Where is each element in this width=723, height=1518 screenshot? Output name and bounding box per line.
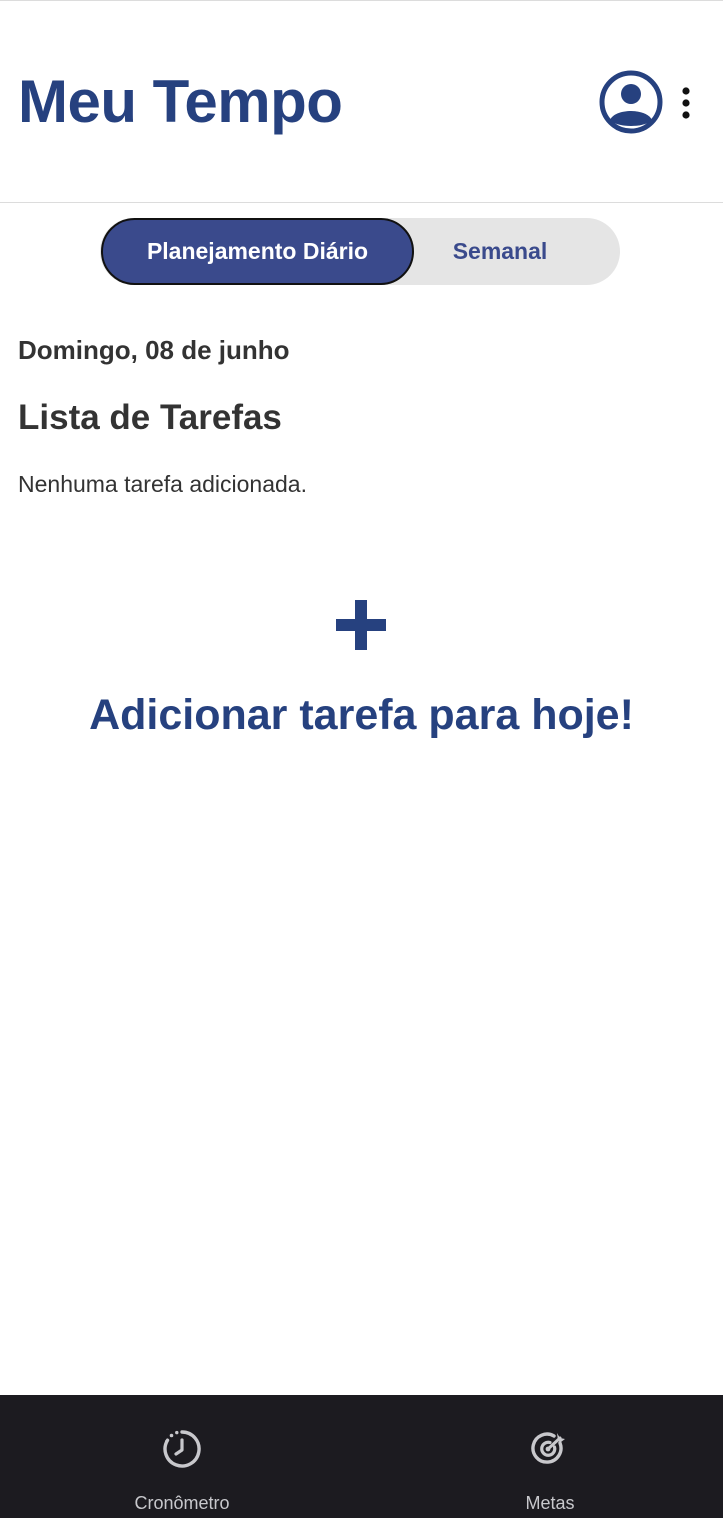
add-task-label: Adicionar tarefa para hoje! [89,691,634,739]
plus-icon [336,600,386,650]
nav-label-cronometro: Cronômetro [134,1493,230,1513]
tab-planejamento-diario[interactable]: Planejamento Diário [101,218,414,285]
nav-label-metas: Metas [525,1493,575,1513]
target-goal-icon [531,1432,565,1464]
more-vert-icon [682,87,690,119]
current-date: Domingo, 08 de junho [18,335,290,365]
add-task-button[interactable]: Adicionar tarefa para hoje! [0,591,723,751]
more-options-button[interactable] [674,85,698,121]
tab-semanal[interactable]: Semanal [400,218,600,285]
app-header: Meu Tempo [0,1,723,203]
task-list-title: Lista de Tarefas [18,398,282,437]
empty-list-message: Nenhuma tarefa adicionada. [18,471,307,497]
app-title: Meu Tempo [18,68,343,135]
nav-item-cronometro[interactable]: Cronômetro [82,1395,282,1518]
view-tabs: Semanal Planejamento Diário [100,218,620,285]
app-screen: Meu Tempo Semanal Planejamento Diário Do… [0,0,723,1518]
nav-item-metas[interactable]: Metas [450,1395,650,1518]
profile-button[interactable] [599,70,663,134]
account-circle-icon [599,70,663,134]
bottom-navigation: Cronômetro Metas [0,1395,723,1518]
timer-icon [163,1430,201,1468]
